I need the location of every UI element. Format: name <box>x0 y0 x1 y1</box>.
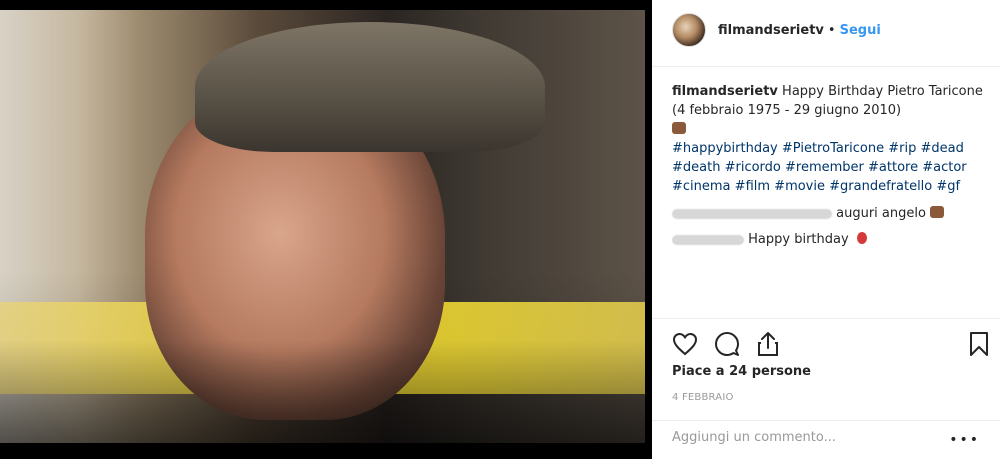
balloon-icon <box>856 232 867 244</box>
hashtag[interactable]: #movie <box>774 179 825 194</box>
comment-text: auguri angelo <box>836 206 926 221</box>
hashtag[interactable]: #dead <box>921 141 964 156</box>
instagram-post: filmandserietv • Segui filmandserietv Ha… <box>0 0 1000 459</box>
divider <box>652 318 1000 319</box>
hashtag[interactable]: #gf <box>936 179 960 194</box>
more-options-button[interactable]: ••• <box>949 432 980 448</box>
hashtag[interactable]: #PietroTaricone <box>782 141 884 156</box>
hashtag[interactable]: #happybirthday <box>672 141 778 156</box>
hashtag[interactable]: #attore <box>868 160 918 175</box>
post-header: filmandserietv • Segui <box>672 8 881 52</box>
cap-shape <box>195 22 545 152</box>
follow-button[interactable]: Segui <box>840 23 881 38</box>
bookmark-icon[interactable] <box>968 331 990 357</box>
header-separator: • <box>827 22 836 38</box>
hashtag[interactable]: #grandefratello <box>829 179 932 194</box>
add-comment-input[interactable]: Aggiungi un commento... <box>672 430 836 445</box>
post-details-panel: filmandserietv • Segui filmandserietv Ha… <box>652 0 1000 459</box>
hashtag[interactable]: #remember <box>785 160 864 175</box>
heart-icon[interactable] <box>672 332 698 356</box>
post-date: 4 FEBBRAIO <box>672 392 734 403</box>
divider <box>652 420 1000 421</box>
blurred-username[interactable] <box>672 234 744 245</box>
action-bar <box>672 330 990 358</box>
hashtag[interactable]: #death <box>672 160 720 175</box>
photo-image <box>0 10 645 443</box>
share-icon[interactable] <box>756 331 780 357</box>
caption-username[interactable]: filmandserietv <box>672 84 778 99</box>
photo-shadow <box>0 340 645 443</box>
hashtag[interactable]: #actor <box>922 160 966 175</box>
divider <box>652 66 1000 67</box>
hashtag[interactable]: #cinema <box>672 179 731 194</box>
cake-icon <box>930 206 945 218</box>
cake-icon <box>672 122 686 134</box>
post-photo[interactable] <box>0 0 652 459</box>
avatar[interactable] <box>672 13 706 47</box>
hashtag[interactable]: #ricordo <box>725 160 781 175</box>
blurred-username[interactable] <box>672 208 832 219</box>
likes-count[interactable]: Piace a 24 persone <box>672 364 811 379</box>
comment-1: auguri angelo <box>672 204 990 223</box>
hashtag[interactable]: #rip <box>888 141 916 156</box>
comment-2: Happy birthday <box>672 230 990 249</box>
hashtag[interactable]: #film <box>735 179 770 194</box>
header-username[interactable]: filmandserietv <box>718 23 824 38</box>
comment-icon[interactable] <box>714 331 740 357</box>
comment-text: Happy birthday <box>748 232 849 247</box>
caption: filmandserietv Happy Birthday Pietro Tar… <box>672 82 990 196</box>
